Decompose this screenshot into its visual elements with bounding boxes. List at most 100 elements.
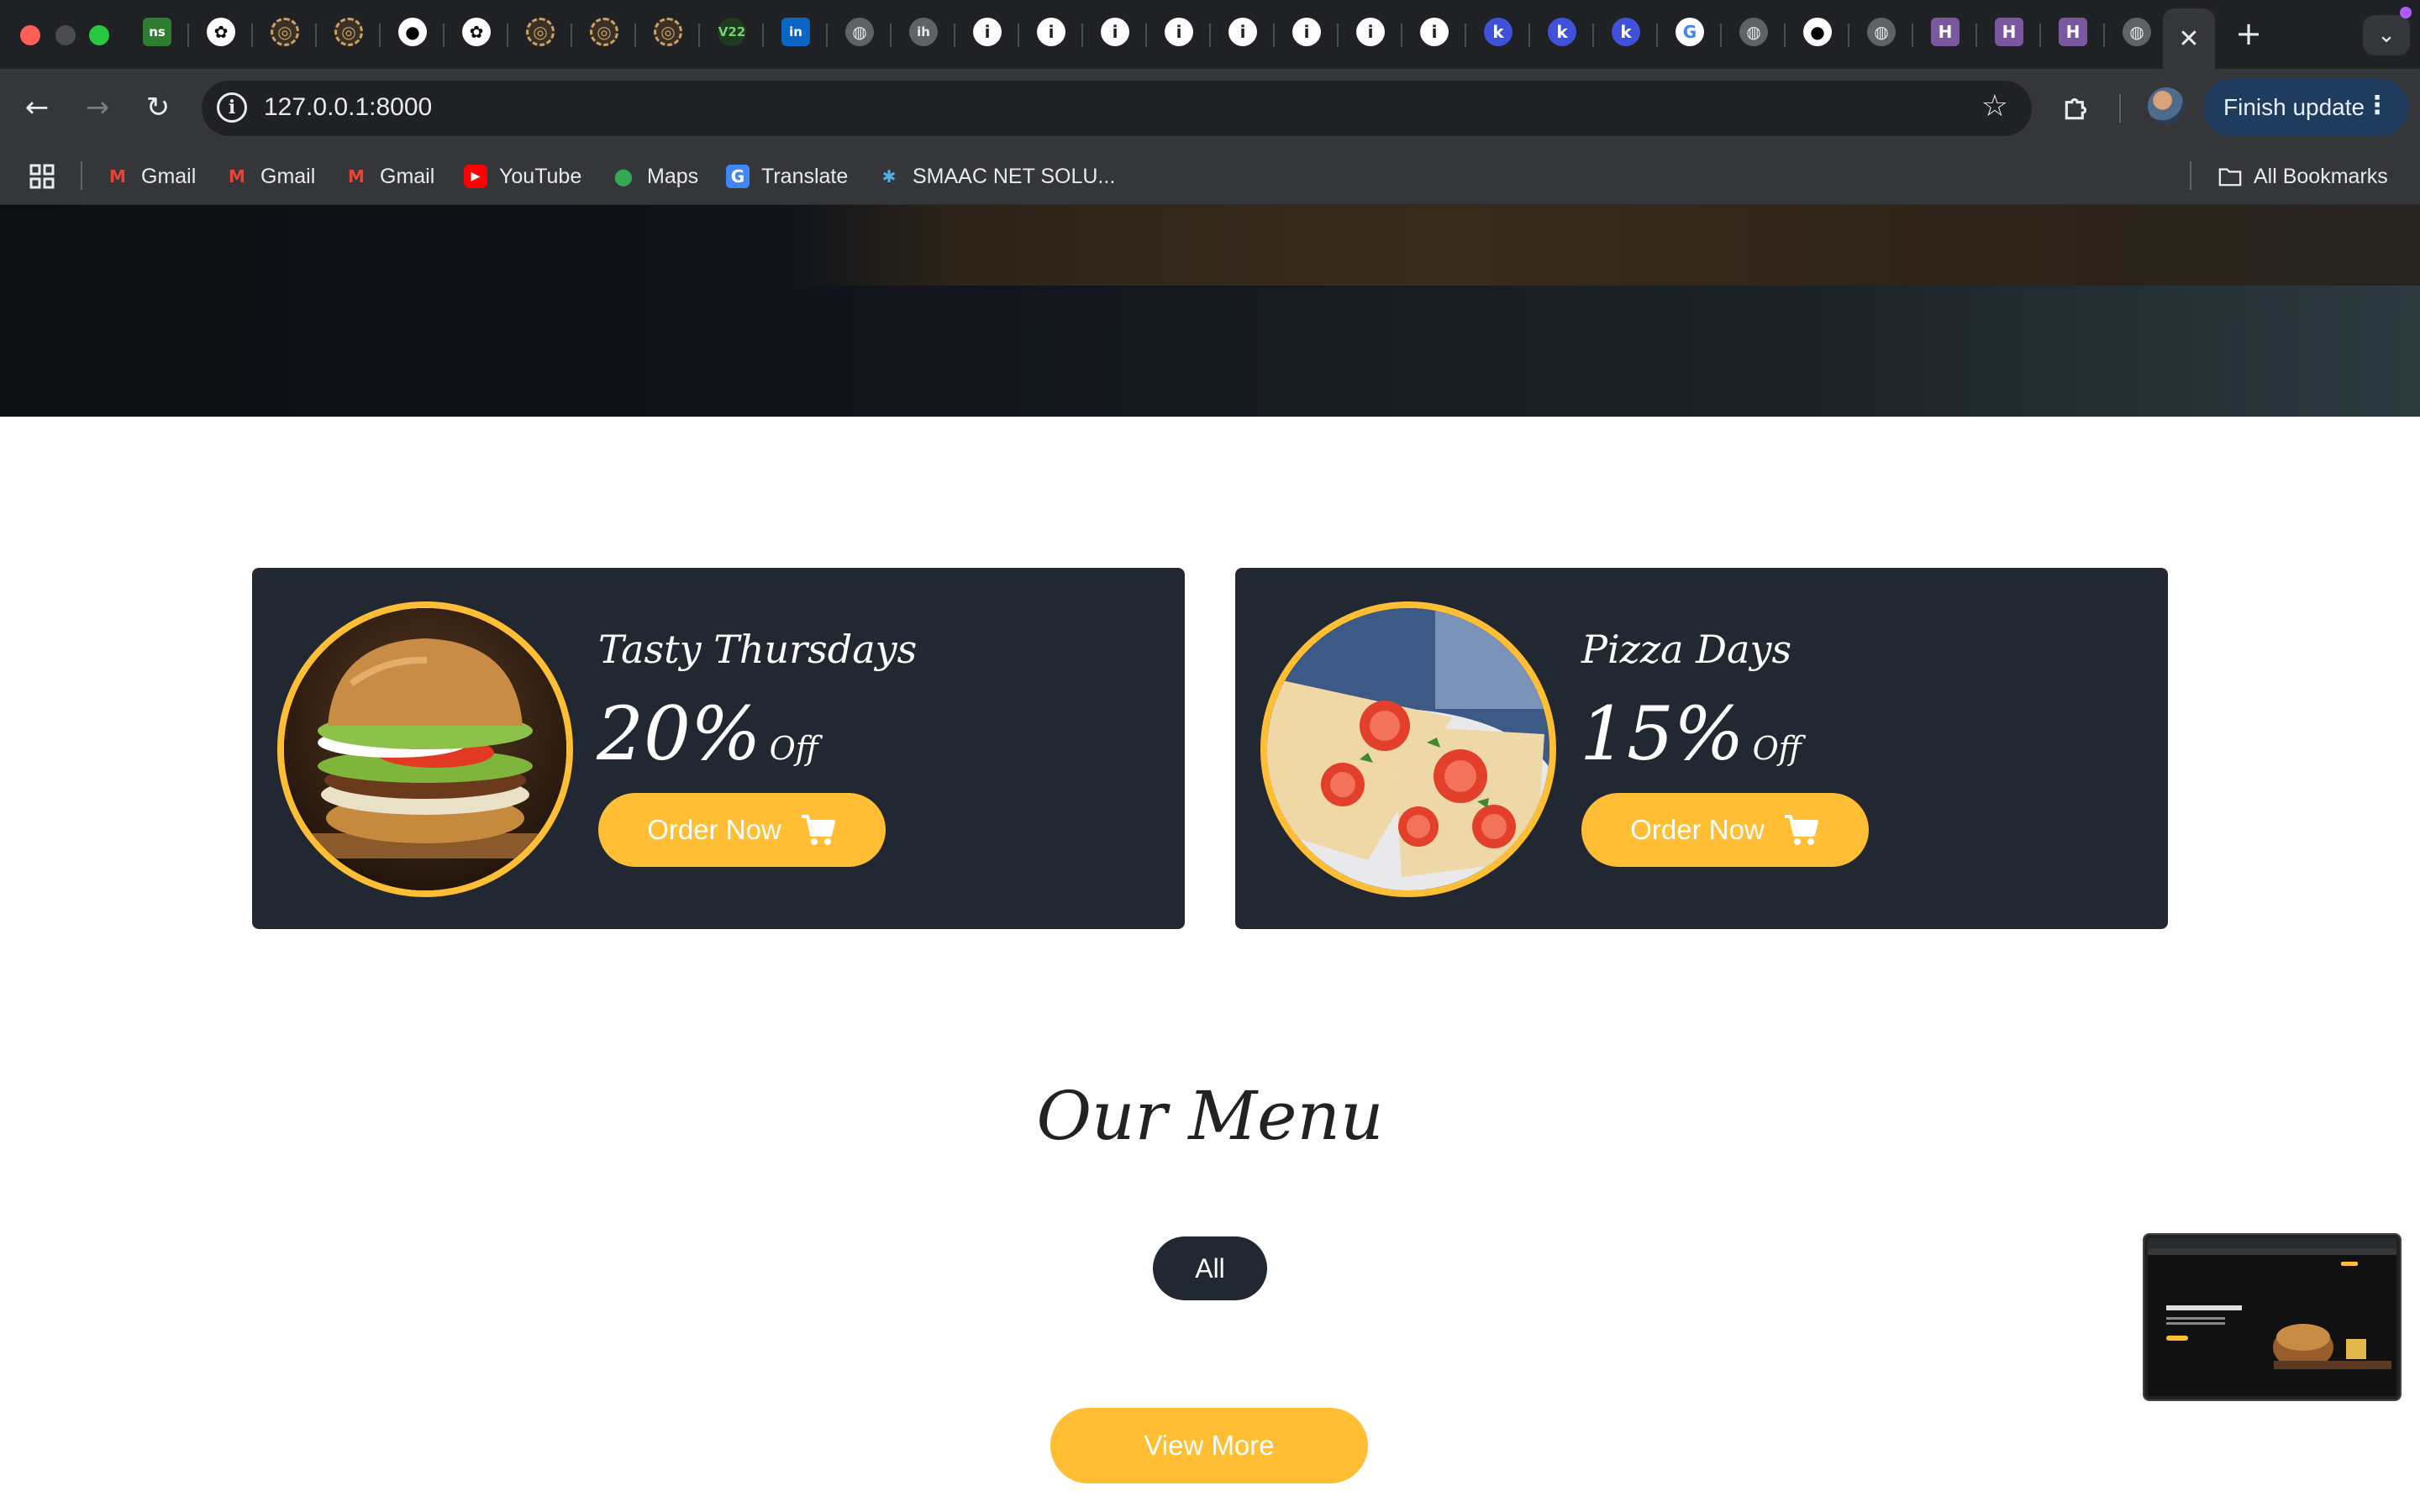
new-tab-button[interactable]: +: [2230, 15, 2267, 52]
bookmark-smaac-net-solu[interactable]: ✱ SMAAC NET SOLU...: [877, 163, 1116, 190]
apps-grid-icon[interactable]: [29, 163, 55, 190]
k-icon[interactable]: k: [1484, 18, 1512, 46]
tab-separator: [1975, 24, 1977, 47]
gold-seal-icon[interactable]: ◎: [271, 18, 299, 46]
gmail-icon: M: [348, 166, 365, 186]
site-info-icon[interactable]: i: [217, 92, 247, 123]
globe-icon[interactable]: ◍: [1867, 18, 1896, 46]
finish-update-button[interactable]: Finish update ⋮: [2203, 79, 2408, 136]
browser-toolbar: ← → ↻ i 127.0.0.1:8000 ☆ Finish update ⋮: [0, 69, 2420, 146]
bookmark-maps[interactable]: ⬤ Maps: [612, 163, 698, 190]
google-icon[interactable]: G: [1676, 18, 1704, 46]
tab-separator: [443, 24, 445, 47]
heroku-icon[interactable]: H: [1931, 18, 1960, 46]
info-icon[interactable]: i: [1356, 18, 1385, 46]
github-icon[interactable]: ●: [398, 18, 427, 46]
tab-separator: [1401, 24, 1402, 47]
openai-icon[interactable]: ✿: [207, 18, 235, 46]
offer-off-label: Off: [1752, 730, 1802, 767]
bookmark-gmail[interactable]: M Gmail: [106, 163, 196, 190]
info-icon[interactable]: i: [973, 18, 1002, 46]
globe-icon[interactable]: ◍: [1739, 18, 1768, 46]
offer-card-tasty-thursdays: Tasty Thursdays 20% Off Order Now: [252, 568, 1185, 929]
offer-discount: 20% Off: [597, 690, 818, 777]
order-now-label: Order Now: [1630, 814, 1765, 845]
gold-seal-icon[interactable]: ◎: [526, 18, 555, 46]
all-bookmarks-button[interactable]: All Bookmarks: [2218, 163, 2388, 190]
tab-separator: [571, 24, 572, 47]
burger-image: [277, 601, 573, 897]
globe-icon[interactable]: ◍: [2123, 18, 2151, 46]
github-icon[interactable]: ●: [1803, 18, 1832, 46]
info-icon[interactable]: i: [1165, 18, 1193, 46]
bookmark-translate[interactable]: G Translate: [726, 163, 848, 190]
pizza-image: [1260, 601, 1556, 897]
gold-seal-icon[interactable]: ◎: [590, 18, 618, 46]
tab-separator: [1018, 24, 1019, 47]
window-minimize-button[interactable]: [55, 25, 76, 45]
all-bookmarks-label: All Bookmarks: [2254, 164, 2388, 188]
tab-separator: [1465, 24, 1466, 47]
back-arrow-icon[interactable]: ←: [17, 87, 57, 128]
bookmark-gmail[interactable]: M Gmail: [345, 163, 434, 190]
info-icon[interactable]: i: [1101, 18, 1129, 46]
info-icon[interactable]: i: [1420, 18, 1449, 46]
window-close-button[interactable]: [20, 25, 40, 45]
screen-recording-thumbnail[interactable]: [2144, 1235, 2400, 1399]
window-zoom-button[interactable]: [89, 25, 109, 45]
bookmark-gmail[interactable]: M Gmail: [225, 163, 315, 190]
gold-seal-icon[interactable]: ◎: [654, 18, 682, 46]
heroku-icon[interactable]: H: [1995, 18, 2023, 46]
bookmark-star-icon[interactable]: ☆: [1981, 89, 2008, 123]
profile-avatar[interactable]: [2148, 87, 2185, 124]
tab-separator: [1592, 24, 1594, 47]
view-more-button[interactable]: View More: [1050, 1408, 1368, 1483]
shopping-cart-icon: [1784, 815, 1818, 845]
v22-icon[interactable]: V22: [718, 18, 746, 46]
info-icon[interactable]: i: [1292, 18, 1321, 46]
tab-separator: [251, 24, 253, 47]
bookmark-label: Translate: [761, 164, 849, 188]
gold-seal-icon[interactable]: ◎: [334, 18, 363, 46]
tab-separator: [315, 24, 317, 47]
k-icon[interactable]: k: [1612, 18, 1640, 46]
filter-all-button[interactable]: All: [1153, 1236, 1267, 1300]
more-options-icon[interactable]: ⋮: [2365, 91, 2390, 120]
tab-search-chevron-icon[interactable]: ⌄: [2363, 15, 2410, 55]
tab-separator: [1528, 24, 1530, 47]
bookmark-label: Maps: [647, 164, 699, 188]
bookmark-youtube[interactable]: ▶ YouTube: [464, 163, 581, 190]
ih-icon[interactable]: ih: [909, 18, 938, 46]
heroku-icon[interactable]: H: [2059, 18, 2087, 46]
tab-separator: [2103, 24, 2105, 47]
address-bar[interactable]: i 127.0.0.1:8000 ☆: [202, 81, 2032, 136]
extensions-puzzle-icon[interactable]: [2057, 87, 2097, 128]
smaac-icon: ✱: [881, 166, 897, 186]
linkedin-icon[interactable]: in: [781, 18, 810, 46]
tab-separator: [1720, 24, 1722, 47]
offer-title: Tasty Thursdays: [598, 627, 918, 672]
tab-close-icon[interactable]: ✕: [2178, 24, 2199, 54]
order-now-button[interactable]: Order Now: [1581, 793, 1869, 867]
offer-title: Pizza Days: [1581, 627, 1792, 672]
tab-separator: [1848, 24, 1849, 47]
reload-icon[interactable]: ↻: [138, 87, 178, 128]
forward-arrow-icon[interactable]: →: [77, 87, 118, 128]
k-icon[interactable]: k: [1548, 18, 1576, 46]
address-bar-url[interactable]: 127.0.0.1:8000: [264, 93, 432, 122]
offer-percent: 20%: [597, 690, 761, 777]
openai-icon[interactable]: ✿: [462, 18, 491, 46]
bookmark-label: Gmail: [141, 164, 197, 188]
ns-icon[interactable]: ns: [143, 18, 171, 46]
tab-separator: [1081, 24, 1083, 47]
bookmarks-divider: [81, 161, 82, 190]
active-tab[interactable]: ✕: [2163, 8, 2215, 69]
tab-separator: [187, 24, 189, 47]
bookmarks-bar: M Gmail M Gmail M Gmail ▶ YouTube ⬤ Maps G Translat…: [0, 146, 2420, 205]
maps-icon: ⬤: [613, 166, 634, 186]
bookmark-label: Gmail: [260, 164, 316, 188]
info-icon[interactable]: i: [1037, 18, 1065, 46]
info-icon[interactable]: i: [1228, 18, 1257, 46]
globe-icon[interactable]: ◍: [845, 18, 874, 46]
order-now-button[interactable]: Order Now: [598, 793, 886, 867]
